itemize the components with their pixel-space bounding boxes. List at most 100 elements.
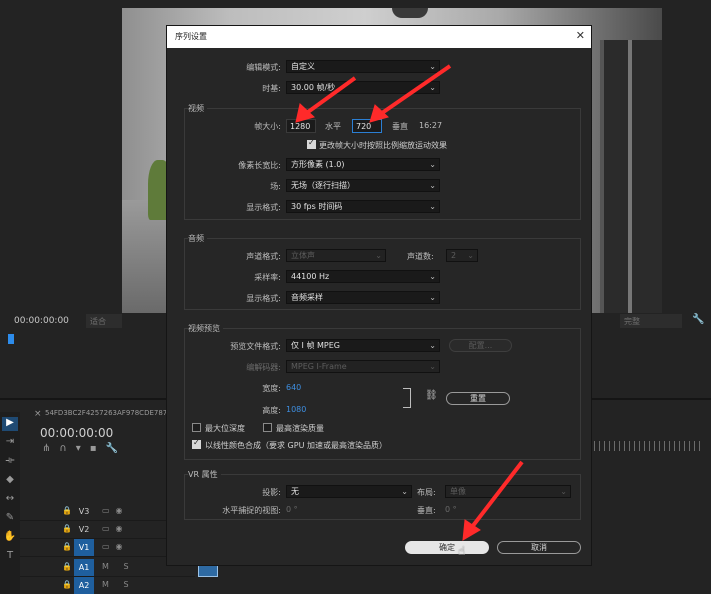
- codec-select[interactable]: MPEG I-Frame ⌄: [286, 360, 440, 373]
- chevron-down-icon: ⌄: [429, 160, 436, 169]
- track-label[interactable]: V1: [74, 539, 94, 556]
- vertical-fov-label: 垂直:: [417, 506, 436, 515]
- track-label[interactable]: A2: [74, 577, 94, 594]
- audio-display-format-select[interactable]: 音频采样 ⌄: [286, 291, 440, 304]
- track-mute-solo[interactable]: M S: [102, 580, 135, 589]
- hand-tool-icon[interactable]: ✋: [2, 531, 18, 545]
- lock-icon[interactable]: 🔒: [62, 542, 72, 551]
- lock-icon[interactable]: 🔒: [62, 524, 72, 533]
- preview-width-label: 宽度:: [262, 384, 281, 393]
- vertical-label: 垂直: [392, 122, 408, 131]
- frame-width-input[interactable]: [286, 119, 316, 133]
- ripple-edit-tool-icon[interactable]: ⟛: [2, 455, 18, 469]
- track-label[interactable]: V3: [74, 503, 94, 520]
- track-select-tool-icon[interactable]: ⇥: [2, 436, 18, 450]
- frame-size-label: 帧大小:: [254, 122, 281, 131]
- selection-tool-icon[interactable]: ▶: [2, 417, 18, 431]
- timebase-select[interactable]: 30.00 帧/秒 ⌄: [286, 81, 440, 94]
- playhead-marker[interactable]: [8, 334, 14, 344]
- linear-color-label: 以线性颜色合成（要求 GPU 加速或最高渲染品质）: [205, 441, 387, 450]
- link-icon[interactable]: ⛓: [425, 390, 438, 401]
- track-toggle-icons[interactable]: ▭◉: [102, 506, 129, 515]
- max-render-quality-label: 最高渲染质量: [276, 424, 324, 433]
- projection-label: 投影:: [262, 488, 281, 497]
- layout-select[interactable]: 单像 ⌄: [445, 485, 571, 498]
- codec-label: 编解码器:: [246, 363, 281, 372]
- channel-format-select[interactable]: 立体声 ⌄: [286, 249, 386, 262]
- preview-height-value[interactable]: 1080: [286, 405, 306, 414]
- timeline-tab[interactable]: 54FD3BC2F4257263AF978CDE787: [45, 409, 170, 417]
- horizontal-label: 水平: [325, 122, 341, 131]
- video-display-format-select[interactable]: 30 fps 时间码 ⌄: [286, 200, 440, 213]
- projection-select[interactable]: 无 ⌄: [286, 485, 412, 498]
- sequence-settings-dialog: 序列设置 ✕ 编辑模式: 自定义 ⌄ 时基: 30.00 帧/秒 ⌄ 视频 帧大小:…: [166, 25, 592, 566]
- edit-mode-select[interactable]: 自定义 ⌄: [286, 60, 440, 73]
- track-row: 🔒 A2 M S: [20, 577, 195, 594]
- preview-width-value[interactable]: 640: [286, 383, 301, 392]
- preview-format-select[interactable]: 仅 I 帧 MPEG ⌄: [286, 339, 440, 352]
- scale-motion-checkbox[interactable]: [307, 138, 316, 149]
- frame-height-input[interactable]: [352, 119, 382, 133]
- cancel-button[interactable]: 取消: [497, 541, 581, 554]
- chevron-down-icon: ⌄: [375, 251, 382, 260]
- configure-button[interactable]: 配置...: [449, 339, 512, 352]
- channels-select[interactable]: 2 ⌄: [446, 249, 478, 262]
- linear-color-checkbox[interactable]: [192, 438, 201, 449]
- chevron-down-icon: ⌄: [401, 487, 408, 496]
- timeline-tool-icons[interactable]: ⋔∩▾▪🔧: [42, 443, 127, 454]
- slip-tool-icon[interactable]: ↔: [2, 493, 18, 507]
- track-label[interactable]: A1: [74, 559, 94, 576]
- razor-tool-icon[interactable]: ◆: [2, 474, 18, 488]
- lock-icon[interactable]: 🔒: [62, 562, 72, 571]
- timebase-label: 时基:: [262, 84, 281, 93]
- sample-rate-label: 采样率:: [254, 273, 281, 282]
- lock-icon[interactable]: 🔒: [62, 506, 72, 515]
- chevron-down-icon: ⌄: [467, 251, 474, 260]
- chevron-down-icon: ⌄: [560, 487, 567, 496]
- track-toggle-icons[interactable]: ▭◉: [102, 542, 129, 551]
- lock-icon[interactable]: 🔒: [62, 580, 72, 589]
- dialog-titlebar[interactable]: 序列设置 ✕: [167, 26, 591, 48]
- tools-panel: ▶ ⇥ ⟛ ◆ ↔ ✎ ✋ T: [0, 412, 20, 594]
- reset-button[interactable]: 重置: [446, 392, 510, 405]
- timeline-timecode[interactable]: 00:00:00:00: [40, 426, 113, 440]
- chevron-down-icon: ⌄: [429, 362, 436, 371]
- max-bit-depth-checkbox[interactable]: [192, 423, 201, 432]
- layout-label: 布局:: [417, 488, 436, 497]
- chevron-down-icon: ⌄: [429, 83, 436, 92]
- source-timecode[interactable]: 00:00:00:00: [14, 316, 69, 326]
- program-fit-select[interactable]: 完整: [620, 314, 682, 328]
- track-mute-solo[interactable]: M S: [102, 562, 135, 571]
- chevron-down-icon: ⌄: [429, 341, 436, 350]
- scale-motion-label: 更改帧大小时按照比例缩放运动效果: [319, 141, 447, 150]
- mouse-cursor-icon: ☝: [458, 544, 466, 558]
- type-tool-icon[interactable]: T: [2, 550, 18, 564]
- close-icon[interactable]: ✕: [576, 29, 585, 42]
- timeline-ruler: [594, 441, 704, 451]
- max-bit-depth-label: 最大位深度: [205, 424, 245, 433]
- timeline-close-icon[interactable]: ×: [34, 409, 42, 419]
- preview-format-label: 预览文件格式:: [230, 342, 281, 351]
- preview-height-label: 高度:: [262, 406, 281, 415]
- wrench-icon[interactable]: 🔧: [692, 314, 704, 325]
- aspect-ratio-text: 16:27: [419, 121, 443, 130]
- source-fit-select[interactable]: 适合: [86, 314, 122, 328]
- chevron-down-icon: ⌄: [429, 62, 436, 71]
- vr-section-label: VR 属性: [188, 469, 221, 480]
- h-fov-value[interactable]: 0 °: [286, 505, 298, 514]
- pen-tool-icon[interactable]: ✎: [2, 512, 18, 526]
- sample-rate-select[interactable]: 44100 Hz ⌄: [286, 270, 440, 283]
- monitor-door-bar: [628, 40, 632, 313]
- channel-format-label: 声道格式:: [246, 252, 281, 261]
- max-render-quality-checkbox[interactable]: [263, 423, 272, 432]
- track-label[interactable]: V2: [74, 521, 94, 538]
- track-toggle-icons[interactable]: ▭◉: [102, 524, 129, 533]
- vertical-fov-value[interactable]: 0 °: [445, 505, 457, 514]
- video-display-format-label: 显示格式:: [246, 203, 281, 212]
- fields-select[interactable]: 无场（逐行扫描） ⌄: [286, 179, 440, 192]
- ok-button[interactable]: 确定: [405, 541, 489, 554]
- audio-section-label: 音频: [188, 233, 207, 244]
- h-fov-label: 水平捕捉的视图:: [222, 506, 281, 515]
- pixel-aspect-select[interactable]: 方形像素 (1.0) ⌄: [286, 158, 440, 171]
- video-section-label: 视频: [188, 103, 207, 114]
